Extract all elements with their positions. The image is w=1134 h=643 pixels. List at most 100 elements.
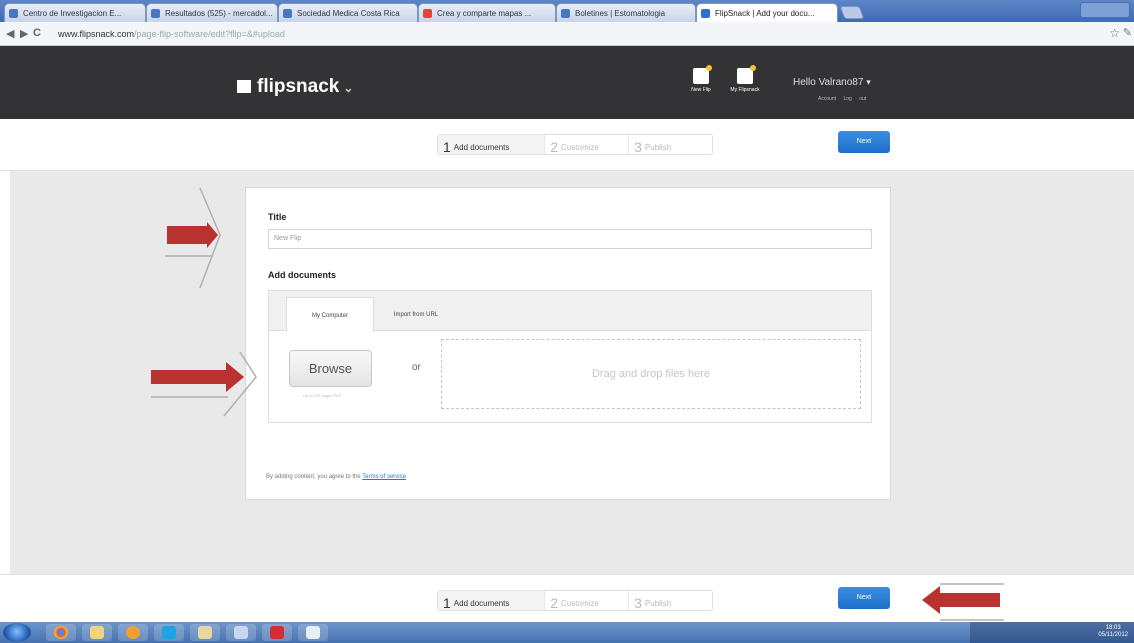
step-indicator: 1 Add documents 2 Customize 3 Publish (437, 134, 713, 155)
step-number: 3 (634, 139, 642, 155)
windows-taskbar: 18:03 05/11/2012 (0, 622, 1134, 643)
next-button[interactable]: Next (838, 131, 890, 153)
logo-text: flipsnack (257, 76, 340, 97)
annotation-arrow-next (922, 583, 1004, 621)
step-label: Add documents (453, 143, 510, 152)
drop-zone[interactable]: Drag and drop files here (441, 339, 861, 409)
browse-hint: Up to 100 pages PDF (303, 393, 342, 398)
forward-icon[interactable]: ▶ (20, 27, 28, 40)
browser-tab[interactable]: Centro de Investigacion E... (4, 3, 146, 22)
url-path: /page-flip-software/edit?flip=&#upload (134, 29, 285, 39)
terms-link[interactable]: Terms of service (362, 474, 406, 480)
browser-tab[interactable]: Crea y comparte mapas ... (418, 3, 556, 22)
new-flip-icon (693, 65, 712, 84)
step-customize: 2 Customize (545, 591, 630, 611)
user-menu[interactable]: Hello Valrano87 ▾ (793, 77, 871, 88)
step-add-documents: 1 Add documents (438, 135, 546, 155)
flipsnack-logo[interactable]: flipsnack ⌄ (237, 76, 353, 98)
browser-tab[interactable]: Sociedad Medica Costa Rica (278, 3, 418, 22)
step-number: 3 (634, 595, 642, 611)
address-bar: ◀ ▶ C www.flipsnack.com/page-flip-softwa… (0, 22, 1134, 46)
next-button[interactable]: Next (838, 587, 890, 609)
new-flip-label: New Flip (691, 87, 711, 93)
favicon-icon (701, 9, 710, 18)
new-flip-button[interactable]: New Flip (681, 65, 721, 93)
step-publish: 3 Publish (629, 591, 712, 611)
account-link[interactable]: Account (818, 96, 836, 102)
user-greeting: Hello Valrano87 (793, 77, 864, 88)
tab-import-url[interactable]: Import from URL (376, 297, 456, 331)
excel-icon[interactable] (226, 624, 256, 641)
step-label: Customize (561, 599, 599, 608)
url-input[interactable]: www.flipsnack.com/page-flip-software/edi… (44, 26, 1114, 42)
or-label: or (412, 362, 421, 373)
reload-icon[interactable]: C (33, 27, 41, 39)
browser-tab[interactable]: Resultados (525) - mercadol... (146, 3, 278, 22)
back-icon[interactable]: ◀ (6, 27, 14, 40)
start-button-icon[interactable] (3, 623, 31, 642)
paint-icon[interactable] (190, 624, 220, 641)
favicon-icon (423, 9, 432, 18)
step-publish: 3 Publish (629, 135, 712, 155)
add-documents-label: Add documents (268, 270, 337, 280)
terms-text: By adding content, you agree to the (266, 474, 361, 480)
acrobat-icon[interactable] (262, 624, 292, 641)
favicon-icon (561, 9, 570, 18)
step-label: Customize (561, 143, 599, 152)
tab-label: Resultados (525) - mercadol... (165, 9, 273, 18)
logout-link[interactable]: Log out (843, 96, 866, 102)
favicon-icon (151, 9, 160, 18)
favicon-icon (9, 9, 18, 18)
step-number: 2 (550, 139, 559, 155)
browser-tab-active[interactable]: FlipSnack | Add your docu... (696, 3, 838, 22)
browser-tab-strip: Centro de Investigacion E... Resultados … (0, 0, 1134, 22)
tab-my-computer[interactable]: My Computer (286, 297, 374, 332)
media-player-icon[interactable] (118, 624, 148, 641)
step-add-documents: 1 Add documents (438, 591, 546, 611)
my-flipsnack-label: My Flipsnack (730, 87, 760, 93)
tab-label: Boletines | Estomatologia (575, 9, 666, 18)
annotation-arrow-browse (151, 352, 257, 417)
chrome-icon[interactable] (46, 624, 76, 641)
upload-card: Title New Flip Add documents My Computer… (245, 187, 891, 500)
screen: Centro de Investigacion E... Resultados … (0, 0, 1134, 643)
document-source-panel: My Computer Import from URL Browse Up to… (268, 290, 872, 423)
bookmark-star-icon[interactable]: ☆ (1109, 26, 1120, 40)
url-host: www.flipsnack.com (58, 29, 135, 39)
system-tray: 18:03 05/11/2012 (970, 622, 1134, 643)
step-label: Publish (644, 143, 672, 152)
favicon-icon (283, 9, 292, 18)
step-number: 1 (443, 595, 451, 611)
new-tab-button[interactable] (839, 6, 865, 19)
browse-button[interactable]: Browse (289, 350, 372, 387)
clock-date: 05/11/2012 (1098, 632, 1128, 638)
title-input[interactable]: New Flip (268, 229, 872, 249)
source-tabs: My Computer Import from URL (269, 291, 871, 332)
tab-label: FlipSnack | Add your docu... (715, 9, 815, 18)
window-controls[interactable] (1080, 2, 1130, 18)
chevron-down-icon: ⌄ (343, 81, 354, 95)
step-indicator: 1 Add documents 2 Customize 3 Publish (437, 590, 713, 611)
my-flipsnack-icon (737, 65, 756, 84)
step-number: 2 (550, 595, 559, 611)
tab-label: Centro de Investigacion E... (23, 9, 122, 18)
word-icon[interactable] (298, 624, 328, 641)
account-links: Account Log out (818, 96, 866, 102)
clock[interactable]: 18:03 05/11/2012 (1098, 625, 1128, 639)
step-customize: 2 Customize (545, 135, 630, 155)
step-label: Add documents (453, 599, 510, 608)
logo-mark-icon (237, 80, 251, 93)
clock-time: 18:03 (1105, 625, 1121, 631)
terms-notice: By adding content, you agree to the Term… (266, 474, 406, 480)
title-label: Title (268, 212, 287, 222)
chevron-down-icon: ▾ (866, 77, 871, 87)
site-header: flipsnack ⌄ New Flip My Flipsnack Hello V… (0, 46, 1134, 119)
tab-label: Crea y comparte mapas ... (437, 9, 532, 18)
wrench-icon[interactable]: ✎ (1123, 26, 1132, 39)
annotation-arrow-title (165, 188, 221, 288)
folder-icon[interactable] (82, 624, 112, 641)
my-flipsnack-button[interactable]: My Flipsnack (725, 65, 765, 93)
step-bar-top: 1 Add documents 2 Customize 3 Publish Next (0, 119, 1134, 171)
browser-tab[interactable]: Boletines | Estomatologia (556, 3, 696, 22)
skype-icon[interactable] (154, 624, 184, 641)
